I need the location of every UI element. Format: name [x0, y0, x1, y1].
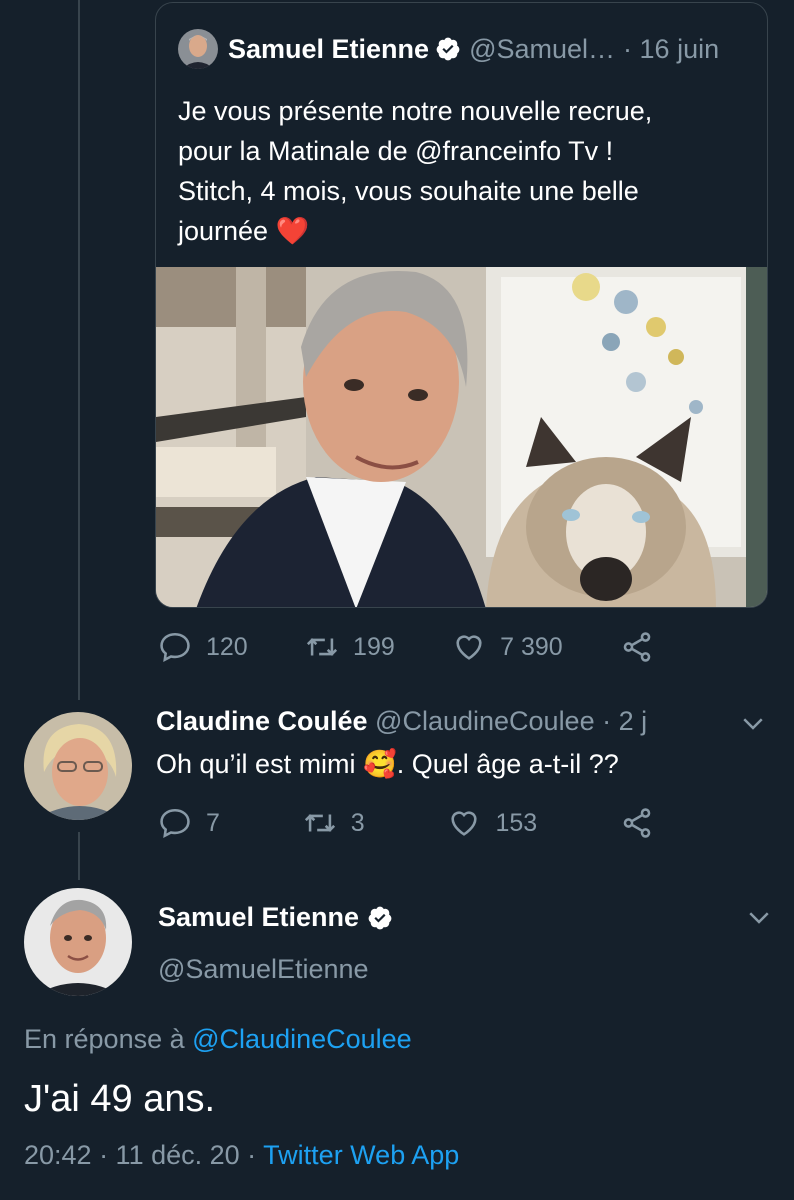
chevron-down-icon[interactable] — [738, 708, 768, 738]
main-author-name-row: Samuel Etienne — [158, 902, 393, 933]
reply-icon — [160, 808, 190, 839]
quoted-tweet-actions: 120 199 7 390 — [158, 630, 668, 664]
reply-count: 120 — [206, 632, 248, 661]
main-tweet-text: J'ai 49 ans. — [24, 1078, 216, 1120]
smiling-hearts-emoji: 🥰 — [363, 749, 397, 779]
quoted-tweet-card[interactable]: Samuel Etienne @Samuel… · 16 juin Je vou… — [155, 2, 768, 608]
verified-badge-icon — [368, 906, 392, 929]
reply-button[interactable]: 120 — [158, 630, 248, 664]
retweet-button[interactable]: 3 — [303, 806, 365, 840]
reply-to-mention-link[interactable]: @ClaudineCoulee — [192, 1024, 412, 1054]
share-icon — [623, 632, 651, 662]
quoted-tweet-text: Je vous présente notre nouvelle recrue, … — [178, 91, 748, 251]
quoted-author-handle[interactable]: @Samuel… — [469, 34, 615, 65]
main-author-handle[interactable]: @SamuelEtienne — [158, 954, 369, 985]
retweet-count: 3 — [350, 808, 365, 837]
thread-line-middle — [78, 832, 80, 880]
verified-badge-icon — [436, 37, 460, 61]
retweet-icon — [304, 814, 335, 832]
tweet-timestamp[interactable]: 20:42 · 11 déc. 20 · — [24, 1140, 256, 1170]
reply-button[interactable]: 7 — [158, 806, 220, 840]
like-button[interactable]: 7 390 — [452, 630, 563, 664]
reply-header: Claudine Coulée @ClaudineCoulee · 2 j — [156, 706, 647, 737]
like-button[interactable]: 153 — [447, 806, 537, 840]
reply-author-name[interactable]: Claudine Coulée — [156, 706, 368, 736]
chevron-down-icon[interactable] — [744, 902, 774, 932]
reply-text: Oh qu’il est mimi 🥰. Quel âge a-t-il ?? — [156, 749, 619, 779]
retweet-icon — [306, 638, 338, 656]
quoted-tweet-header: Samuel Etienne @Samuel… · 16 juin — [178, 29, 719, 69]
share-button[interactable] — [620, 806, 668, 840]
share-button[interactable] — [620, 630, 668, 664]
retweet-button[interactable]: 199 — [305, 630, 395, 664]
like-count: 153 — [495, 808, 538, 837]
thread-line-top — [78, 0, 80, 700]
reply-author-avatar[interactable] — [24, 712, 132, 820]
like-count: 7 390 — [500, 632, 563, 661]
main-author-name[interactable]: Samuel Etienne — [158, 902, 359, 933]
heart-icon — [456, 635, 482, 660]
quoted-text-line: Stitch, 4 mois, vous souhaite une belle — [178, 176, 639, 206]
heart-emoji: ❤️ — [275, 216, 310, 246]
quoted-text-line: journée ❤️ — [178, 216, 310, 246]
share-icon — [623, 808, 651, 838]
reply-author-handle[interactable]: @ClaudineCoulee — [375, 706, 595, 736]
reply-count: 7 — [206, 808, 220, 837]
quoted-author-avatar[interactable] — [178, 29, 218, 69]
reply-icon — [160, 632, 190, 663]
tweet-source-link[interactable]: Twitter Web App — [263, 1140, 459, 1170]
quoted-text-line: Je vous présente notre nouvelle recrue, — [178, 96, 653, 126]
reply-tweet-actions: 7 3 153 — [158, 806, 668, 840]
tweet-meta: 20:42 · 11 déc. 20 · Twitter Web App — [24, 1140, 459, 1171]
retweet-count: 199 — [353, 632, 395, 661]
reply-date[interactable]: · 2 j — [602, 706, 647, 736]
main-author-avatar[interactable] — [24, 888, 132, 996]
heart-icon — [451, 811, 478, 836]
replying-to: En réponse à @ClaudineCoulee — [24, 1024, 412, 1054]
quoted-text-line: pour la Matinale de @franceinfo Tv ! — [178, 136, 614, 166]
quoted-tweet-photo[interactable] — [156, 267, 767, 607]
quoted-tweet-date[interactable]: · 16 juin — [623, 34, 719, 65]
quoted-author-name[interactable]: Samuel Etienne — [228, 34, 429, 65]
